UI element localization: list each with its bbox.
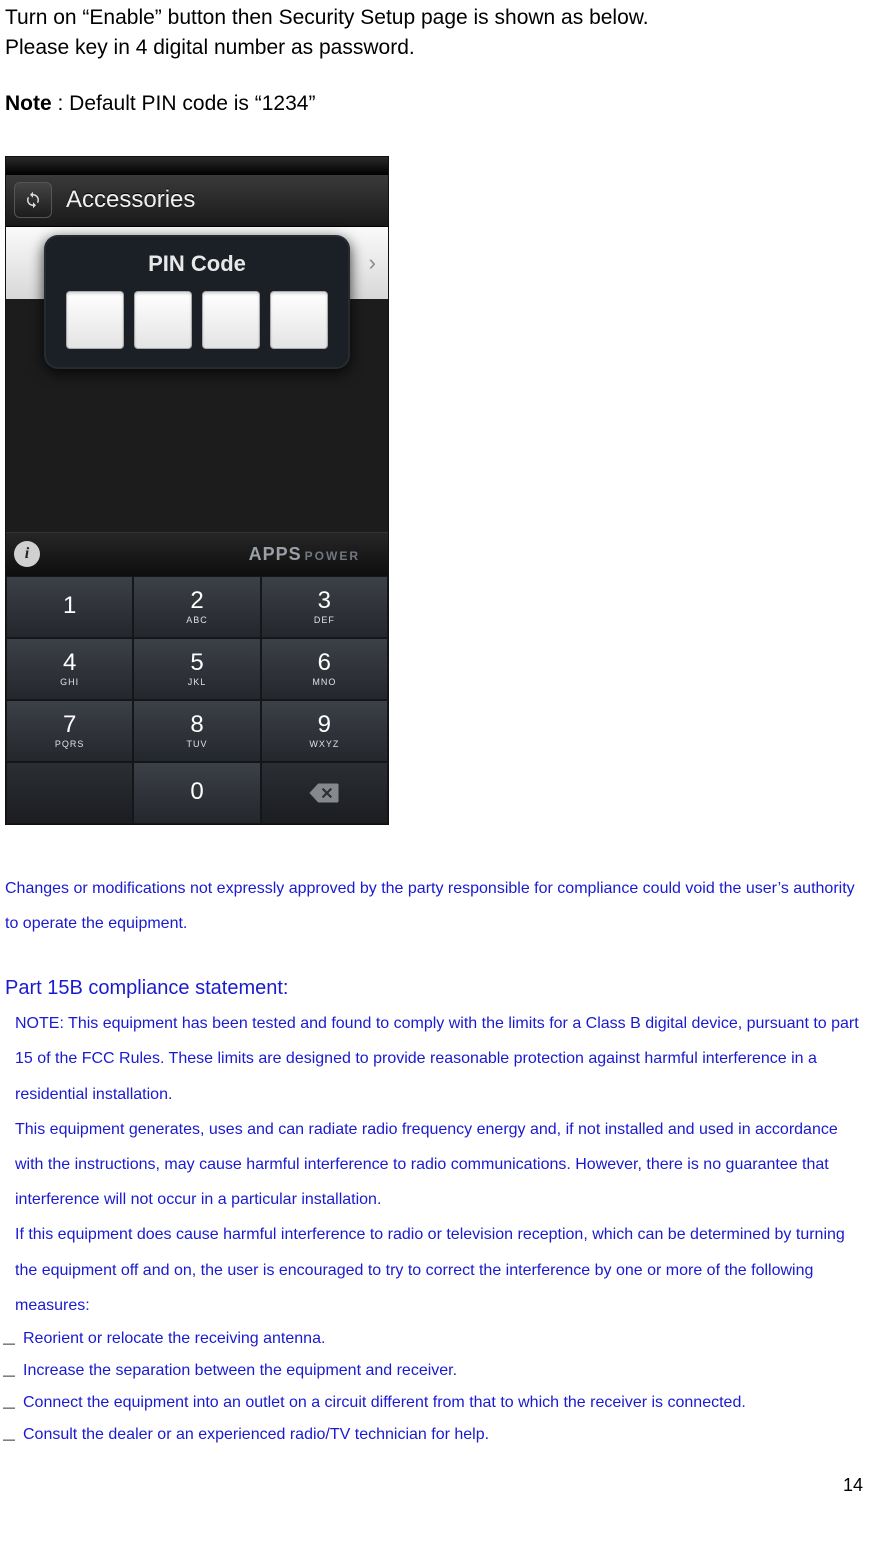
key-4[interactable]: 4GHI bbox=[6, 638, 133, 700]
key-7[interactable]: 7PQRS bbox=[6, 700, 133, 762]
note-line: Note : Default PIN code is “1234” bbox=[5, 92, 869, 116]
p2: This equipment generates, uses and can r… bbox=[15, 1112, 869, 1218]
key-9[interactable]: 9WXYZ bbox=[261, 700, 388, 762]
pin-box-3[interactable] bbox=[202, 291, 260, 349]
measure-1: Reorient or relocate the receiving anten… bbox=[5, 1323, 869, 1355]
pin-box-4[interactable] bbox=[270, 291, 328, 349]
dialog-title: PIN Code bbox=[60, 251, 334, 277]
page-number: 14 bbox=[5, 1475, 869, 1496]
fcc-warning: Changes or modifications not expressly a… bbox=[5, 871, 869, 941]
intro-text: Turn on “Enable” button then Security Se… bbox=[5, 3, 869, 64]
key-6[interactable]: 6MNO bbox=[261, 638, 388, 700]
status-bar bbox=[6, 157, 388, 175]
measure-2: Increase the separation between the equi… bbox=[5, 1355, 869, 1387]
brand-text: APPS POWER bbox=[249, 544, 360, 565]
key-0[interactable]: 0 bbox=[133, 762, 260, 824]
part15b-heading: Part 15B compliance statement: bbox=[5, 977, 869, 1000]
key-1[interactable]: 1 bbox=[6, 576, 133, 638]
info-icon[interactable]: i bbox=[14, 541, 40, 567]
key-8[interactable]: 8TUV bbox=[133, 700, 260, 762]
key-backspace[interactable] bbox=[261, 762, 388, 824]
refresh-icon bbox=[24, 191, 42, 209]
intro-line-1: Turn on “Enable” button then Security Se… bbox=[5, 3, 869, 33]
key-2[interactable]: 2ABC bbox=[133, 576, 260, 638]
part15b-body: NOTE: This equipment has been tested and… bbox=[5, 1006, 869, 1323]
pin-box-2[interactable] bbox=[134, 291, 192, 349]
brand-apps: APPS bbox=[249, 544, 302, 565]
p1: NOTE: This equipment has been tested and… bbox=[15, 1006, 869, 1112]
screen-title: Accessories bbox=[66, 186, 195, 214]
phone-screenshot: Accessories Strip SN 8CDE5206B9E5 › PIN … bbox=[5, 156, 389, 825]
note-text: : Default PIN code is “1234” bbox=[52, 92, 316, 115]
content-area: Strip SN 8CDE5206B9E5 › PIN Code i APPS … bbox=[6, 227, 388, 576]
measures-list: Reorient or relocate the receiving anten… bbox=[5, 1323, 869, 1451]
chevron-right-icon: › bbox=[369, 250, 376, 276]
intro-line-2: Please key in 4 digital number as passwo… bbox=[5, 33, 869, 63]
pin-box-1[interactable] bbox=[66, 291, 124, 349]
key-blank bbox=[6, 762, 133, 824]
measure-4: Consult the dealer or an experienced rad… bbox=[5, 1419, 869, 1451]
refresh-button[interactable] bbox=[14, 182, 52, 218]
backspace-icon bbox=[308, 782, 340, 804]
key-3[interactable]: 3DEF bbox=[261, 576, 388, 638]
key-5[interactable]: 5JKL bbox=[133, 638, 260, 700]
p3: If this equipment does cause harmful int… bbox=[15, 1217, 869, 1323]
note-label: Note bbox=[5, 92, 52, 115]
title-bar: Accessories bbox=[6, 175, 388, 227]
pin-dialog: PIN Code bbox=[44, 235, 350, 369]
pin-boxes bbox=[60, 291, 334, 349]
keypad: 1 2ABC 3DEF 4GHI 5JKL 6MNO 7PQRS 8TUV 9W… bbox=[6, 576, 388, 824]
brand-power: POWER bbox=[305, 549, 360, 563]
brand-bar: i APPS POWER bbox=[6, 532, 388, 576]
measure-3: Connect the equipment into an outlet on … bbox=[5, 1387, 869, 1419]
